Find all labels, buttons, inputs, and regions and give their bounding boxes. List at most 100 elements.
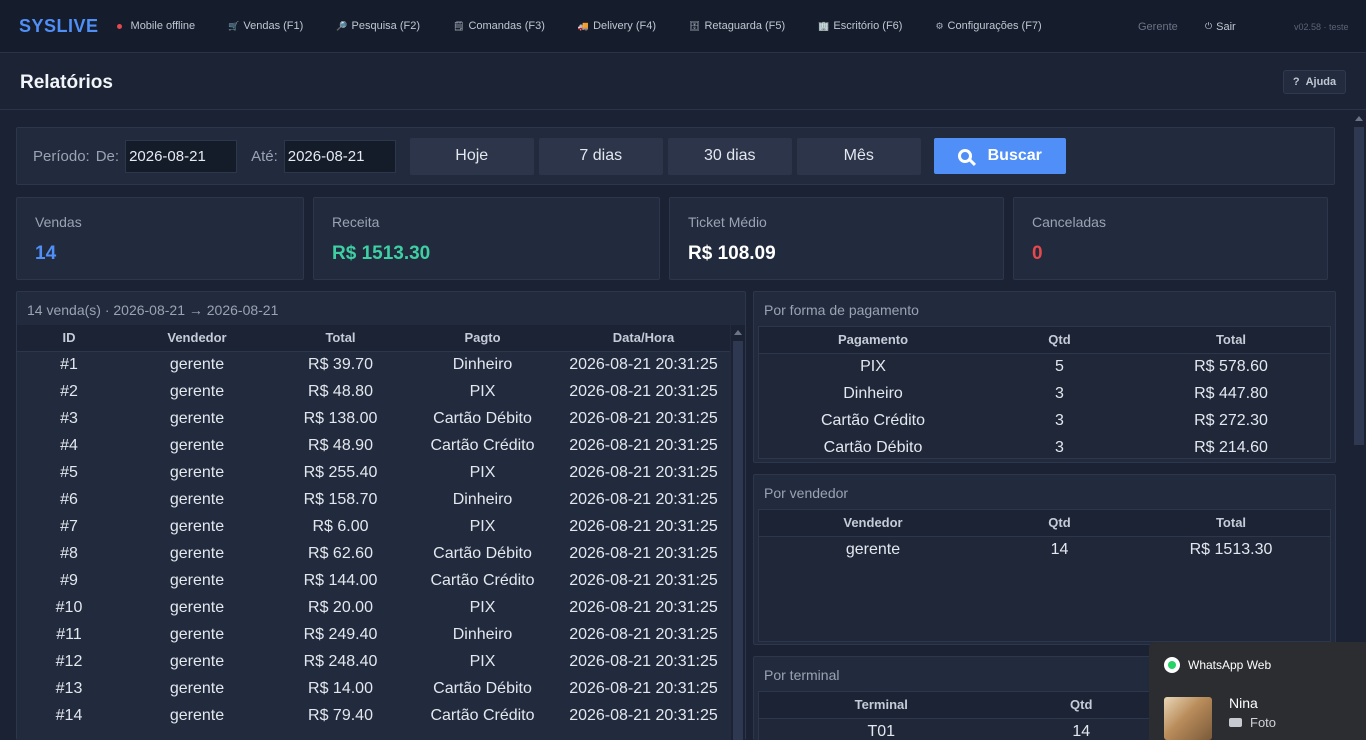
table-row[interactable]: #3 gerente R$ 138.00 Cartão Débito 2026-08-2… [17, 405, 730, 432]
sales-cell: R$ 6.00 [312, 517, 369, 535]
payment-cell: Dinheiro [843, 384, 903, 402]
sales-header-0[interactable]: ID [17, 325, 121, 352]
7-days-button[interactable]: 7 dias [538, 137, 663, 175]
today-button[interactable]: Hoje [409, 137, 534, 175]
sales-header-4[interactable]: Data/Hora [557, 325, 730, 352]
sales-header-3[interactable]: Pagto [408, 325, 557, 352]
app-logo[interactable]: SYSLIVE [19, 16, 99, 37]
page-scrollbar-thumb[interactable] [1354, 127, 1364, 445]
table-row[interactable]: T01 14 [759, 718, 1159, 740]
table-row[interactable]: #12 gerente R$ 248.40 PIX 2026-08-21 20:31:2… [17, 648, 730, 675]
seller-header-0[interactable]: Vendedor [759, 510, 987, 537]
nav-item-1[interactable]: 🔎 Pesquisa (F2) [336, 20, 420, 32]
table-row[interactable]: Dinheiro 3 R$ 447.80 [759, 380, 1330, 407]
search-button[interactable]: Buscar [933, 138, 1066, 174]
sales-cell: #8 [60, 544, 78, 562]
table-row[interactable]: #5 gerente R$ 255.40 PIX 2026-08-21 20:31:25 [17, 459, 730, 486]
sales-cell: #3 [60, 409, 78, 427]
page-scroll-up-arrow-icon[interactable] [1355, 116, 1363, 121]
table-row[interactable]: Cartão Crédito 3 R$ 272.30 [759, 407, 1330, 434]
building-icon: 🏢 [818, 20, 830, 31]
table-row[interactable]: #11 gerente R$ 249.40 Dinheiro 2026-08-21 20… [17, 621, 730, 648]
nav-item-0[interactable]: 🛒 Vendas (F1) [228, 20, 303, 32]
sales-scrollbar[interactable] [731, 325, 745, 740]
search-button-label: Buscar [987, 147, 1042, 164]
stat-cancelled: Canceladas 0 [1013, 197, 1328, 280]
sales-cell: #12 [55, 652, 83, 670]
sales-cell: 2026-08-21 20:31:25 [569, 382, 718, 400]
sales-cell: gerente [169, 625, 225, 643]
table-row[interactable]: #8 gerente R$ 62.60 Cartão Débito 2026-08-21… [17, 540, 730, 567]
table-row[interactable]: #1 gerente R$ 39.70 Dinheiro 2026-08-21 20:3… [17, 351, 730, 378]
table-row[interactable]: #10 gerente R$ 20.00 PIX 2026-08-21 20:31:25 [17, 594, 730, 621]
power-icon: ⏻ [1205, 21, 1213, 31]
sales-table: ID Vendedor Total Pagto Data/Hora #1 gerente R… [17, 325, 730, 729]
sales-cell: gerente [169, 355, 225, 373]
sales-cell: gerente [169, 706, 225, 724]
sales-cell: R$ 255.40 [303, 463, 378, 481]
sales-table-container: ID Vendedor Total Pagto Data/Hora #1 gerente R… [17, 325, 730, 740]
table-row[interactable]: #6 gerente R$ 158.70 Dinheiro 2026-08-21 20:… [17, 486, 730, 513]
notification-message-text: Foto [1250, 715, 1277, 730]
camera-icon [1229, 718, 1242, 727]
seller-cell: gerente [845, 540, 901, 558]
seller-header-2[interactable]: Total [1132, 510, 1330, 537]
sales-header-2[interactable]: Total [273, 325, 408, 352]
sales-cell: 2026-08-21 20:31:25 [569, 463, 718, 481]
terminal-cell: 14 [1072, 722, 1091, 740]
question-icon: ? [1292, 76, 1300, 88]
nav-item-2[interactable]: 🗒 Comandas (F3) [453, 20, 545, 32]
logout-button[interactable]: ⏻ Sair [1205, 0, 1236, 53]
payment-header-0[interactable]: Pagamento [759, 327, 987, 354]
help-label: Ajuda [1305, 76, 1337, 88]
payment-header-2[interactable]: Total [1132, 327, 1330, 354]
help-button[interactable]: ? Ajuda [1283, 70, 1346, 94]
sales-cell: R$ 144.00 [303, 571, 378, 589]
30-days-button[interactable]: 30 dias [667, 137, 792, 175]
sales-cell: 2026-08-21 20:31:25 [569, 409, 718, 427]
table-row[interactable]: #13 gerente R$ 14.00 Cartão Débito 2026-08-2… [17, 675, 730, 702]
sales-cell: PIX [469, 652, 496, 670]
payment-cell: Cartão Crédito [820, 411, 926, 429]
sales-cell: R$ 20.00 [308, 598, 373, 616]
table-row[interactable]: #9 gerente R$ 144.00 Cartão Crédito 2026-08-… [17, 567, 730, 594]
payment-summary-title: Por forma de pagamento [764, 302, 919, 318]
nav-item-5[interactable]: 🏢 Escritório (F6) [818, 20, 902, 32]
sales-scrollbar-thumb[interactable] [733, 341, 743, 740]
terminal-header-1[interactable]: Qtd [1003, 692, 1159, 719]
table-row[interactable]: PIX 5 R$ 578.60 [759, 353, 1330, 380]
payment-cell: Cartão Débito [823, 438, 923, 456]
to-date-input[interactable] [283, 139, 396, 173]
nav-item-6[interactable]: ⚙ Configurações (F7) [935, 20, 1041, 32]
sales-cell: gerente [169, 598, 225, 616]
scroll-up-arrow-icon[interactable] [734, 330, 742, 335]
payment-cell: 5 [1055, 357, 1064, 375]
table-row[interactable]: #14 gerente R$ 79.40 Cartão Crédito 2026-08-… [17, 702, 730, 729]
nav-item-label: Comandas (F3) [468, 20, 545, 32]
terminal-header-0[interactable]: Terminal [759, 692, 1004, 719]
sales-cell: gerente [169, 571, 225, 589]
table-row[interactable]: gerente 14 R$ 1513.30 [759, 536, 1330, 563]
table-row[interactable]: #7 gerente R$ 6.00 PIX 2026-08-21 20:31:25 [17, 513, 730, 540]
sales-cell: 2026-08-21 20:31:25 [569, 544, 718, 562]
sales-header-1[interactable]: Vendedor [121, 325, 273, 352]
sales-cell: gerente [169, 463, 225, 481]
nav-item-label: Retaguarda (F5) [704, 20, 786, 32]
seller-header-1[interactable]: Qtd [987, 510, 1132, 537]
whatsapp-notification[interactable]: WhatsApp Web Nina Foto [1149, 642, 1366, 740]
nav-item-4[interactable]: 🗄 Retaguarda (F5) [689, 20, 785, 32]
terminal-cell: T01 [867, 722, 896, 740]
table-row[interactable]: #2 gerente R$ 48.80 PIX 2026-08-21 20:31:25 [17, 378, 730, 405]
from-date-input[interactable] [125, 139, 238, 173]
sales-cell: gerente [169, 652, 225, 670]
nav-item-3[interactable]: 🚚 Delivery (F4) [578, 20, 656, 32]
notification-photo-thumbnail [1164, 697, 1212, 740]
table-row[interactable]: #4 gerente R$ 48.90 Cartão Crédito 2026-08-2… [17, 432, 730, 459]
payment-header-1[interactable]: Qtd [987, 327, 1132, 354]
table-row[interactable]: Cartão Débito 3 R$ 214.60 [759, 434, 1330, 461]
offline-status-dot [116, 23, 122, 29]
seller-summary-panel: Por vendedor Vendedor Qtd Total gerente 14 R… [753, 474, 1336, 645]
search-icon: 🔎 [336, 20, 348, 31]
month-button[interactable]: Mês [796, 137, 921, 175]
payment-cell: R$ 214.60 [1194, 438, 1268, 456]
